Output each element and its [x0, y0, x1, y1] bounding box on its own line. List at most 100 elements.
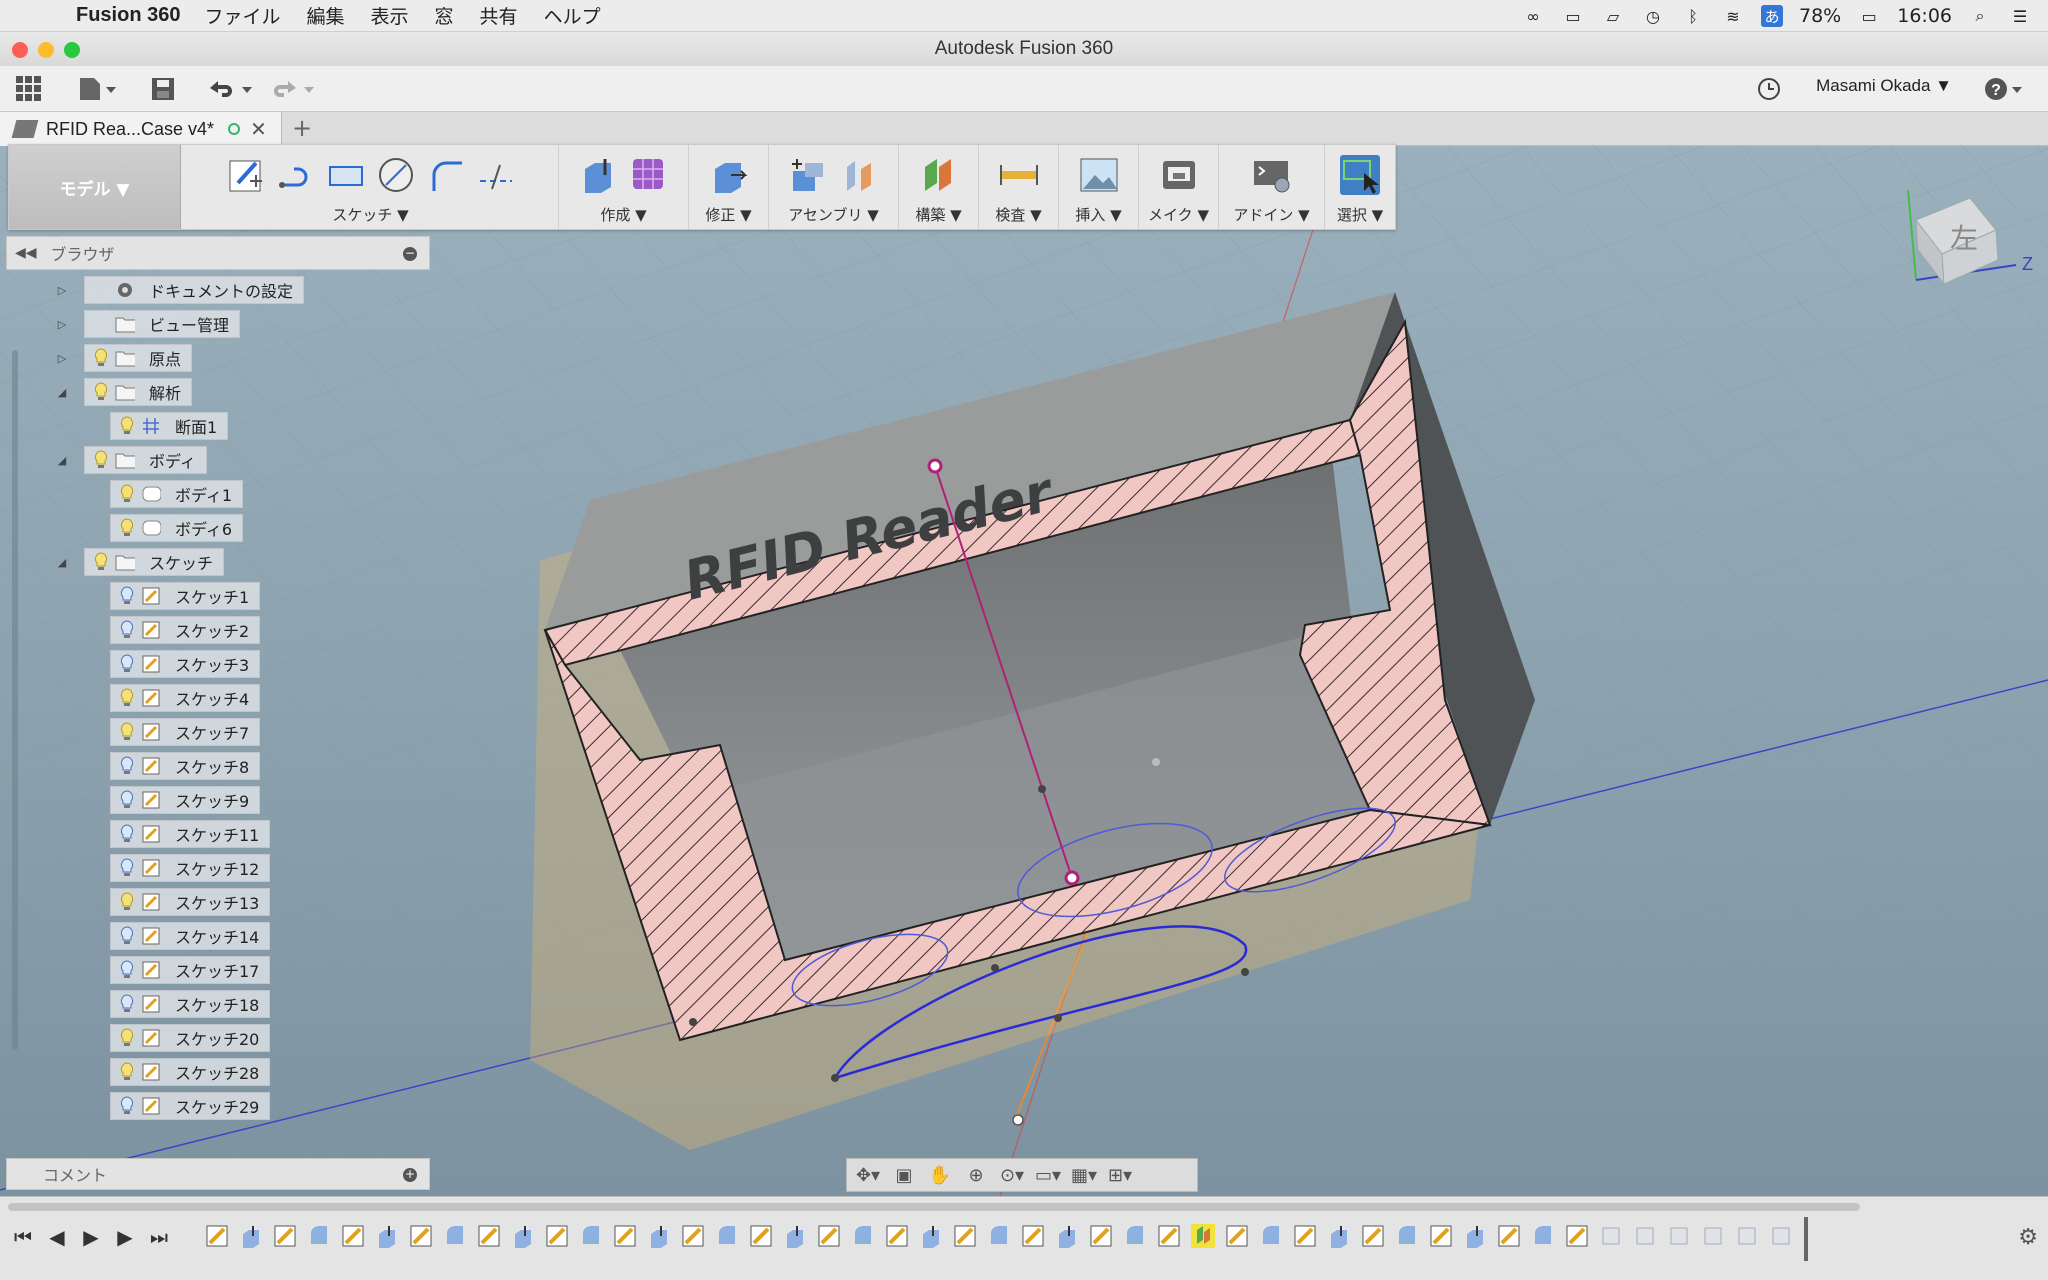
timeline-feature-icon[interactable]: [1734, 1223, 1760, 1249]
timeline-feature-icon[interactable]: [306, 1223, 332, 1249]
timeline-feature-icon[interactable]: [1428, 1223, 1454, 1249]
rectangle-tool-icon[interactable]: [326, 155, 366, 195]
timeline-feature-icon[interactable]: [510, 1223, 536, 1249]
bluetooth-icon[interactable]: ᛒ: [1681, 6, 1705, 26]
browser-node[interactable]: スケッチ9: [110, 786, 261, 814]
pan-hand-icon[interactable]: ✋: [927, 1162, 953, 1188]
visibility-bulb-icon[interactable]: [119, 586, 135, 606]
visibility-bulb-icon[interactable]: [119, 654, 135, 674]
save-icon[interactable]: [150, 74, 176, 104]
file-menu-icon[interactable]: [78, 74, 118, 104]
menu-window[interactable]: 窓: [435, 2, 454, 29]
collapse-arrow-icon[interactable]: ◢: [55, 556, 69, 569]
time-machine-icon[interactable]: ◷: [1641, 6, 1665, 26]
expand-arrow-icon[interactable]: ▷: [55, 284, 69, 297]
timeline-feature-icon[interactable]: [476, 1223, 502, 1249]
browser-node[interactable]: ◢ スケッチ: [58, 548, 225, 576]
timeline-feature-icon[interactable]: [374, 1223, 400, 1249]
job-status-clock-icon[interactable]: [1756, 74, 1782, 104]
browser-node[interactable]: スケッチ20: [110, 1024, 271, 1052]
construct-group-label[interactable]: 構築 ▼: [899, 204, 978, 225]
visibility-bulb-icon[interactable]: [119, 858, 135, 878]
insert-group-label[interactable]: 挿入 ▼: [1059, 204, 1138, 225]
visibility-bulb-icon[interactable]: [119, 892, 135, 912]
minimize-window-button[interactable]: [38, 42, 54, 58]
visibility-bulb-icon[interactable]: [119, 756, 135, 776]
timeline-feature-icon[interactable]: [884, 1223, 910, 1249]
create-sketch-icon[interactable]: [226, 155, 266, 195]
timeline-feature-icon[interactable]: [1632, 1223, 1658, 1249]
undo-icon[interactable]: [206, 74, 256, 104]
browser-node[interactable]: ◢ ボディ: [58, 446, 207, 474]
browser-node[interactable]: スケッチ29: [110, 1092, 271, 1120]
close-tab-icon[interactable]: ✕: [250, 117, 267, 142]
measure-icon[interactable]: [999, 155, 1039, 195]
timeline-feature-icon[interactable]: [918, 1223, 944, 1249]
browser-minimize-icon[interactable]: −: [403, 247, 417, 261]
3d-print-icon[interactable]: [1159, 155, 1199, 195]
timeline-feature-icon[interactable]: [340, 1223, 366, 1249]
timeline-feature-icon[interactable]: [544, 1223, 570, 1249]
timeline-feature-icon[interactable]: [986, 1223, 1012, 1249]
collapse-arrow-icon[interactable]: ◢: [55, 454, 69, 467]
new-component-icon[interactable]: [789, 155, 829, 195]
browser-node[interactable]: スケッチ11: [110, 820, 271, 848]
add-comment-icon[interactable]: +: [403, 1168, 417, 1182]
sketch-group-label[interactable]: スケッチ ▼: [183, 204, 558, 225]
browser-node[interactable]: スケッチ28: [110, 1058, 271, 1086]
browser-node[interactable]: スケッチ8: [110, 752, 261, 780]
visibility-bulb-icon[interactable]: [119, 518, 135, 538]
step-forward-icon[interactable]: ▶: [114, 1225, 136, 1249]
browser-node[interactable]: スケッチ7: [110, 718, 261, 746]
go-to-end-icon[interactable]: ⏭: [148, 1225, 170, 1249]
timeline-feature-icon[interactable]: [408, 1223, 434, 1249]
form-icon[interactable]: [629, 155, 669, 195]
zoom-icon[interactable]: ⊕: [963, 1162, 989, 1188]
timeline-feature-icon[interactable]: [272, 1223, 298, 1249]
timeline-feature-icon[interactable]: [1258, 1223, 1284, 1249]
fillet-sketch-icon[interactable]: [426, 155, 466, 195]
menu-help[interactable]: ヘルプ: [544, 2, 601, 29]
visibility-bulb-icon[interactable]: [119, 688, 135, 708]
browser-scrollbar[interactable]: [12, 350, 18, 1050]
timeline-feature-icon[interactable]: [1292, 1223, 1318, 1249]
menu-share[interactable]: 共有: [480, 2, 518, 29]
settings-icon[interactable]: [93, 280, 109, 300]
press-pull-icon[interactable]: [709, 155, 749, 195]
visibility-bulb-icon[interactable]: [119, 960, 135, 980]
menu-view[interactable]: 表示: [371, 2, 409, 29]
timeline-feature-icon[interactable]: [1020, 1223, 1046, 1249]
play-icon[interactable]: ▶: [80, 1225, 102, 1249]
scripts-addins-icon[interactable]: [1252, 155, 1292, 195]
browser-node[interactable]: スケッチ13: [110, 888, 271, 916]
settings-icon[interactable]: [93, 314, 109, 334]
visibility-bulb-icon[interactable]: [119, 722, 135, 742]
timeline-feature-icon[interactable]: [1700, 1223, 1726, 1249]
timeline-settings-gear-icon[interactable]: ⚙: [2018, 1225, 2038, 1250]
insert-image-icon[interactable]: [1079, 155, 1119, 195]
viewports-icon[interactable]: ⊞▾: [1107, 1162, 1133, 1188]
timeline-feature-icon[interactable]: [612, 1223, 638, 1249]
visibility-bulb-icon[interactable]: [119, 790, 135, 810]
browser-node[interactable]: ▷ ビュー管理: [58, 310, 241, 338]
extrude-icon[interactable]: [579, 155, 619, 195]
visibility-bulb-icon[interactable]: [119, 484, 135, 504]
timeline-feature-icon[interactable]: [1088, 1223, 1114, 1249]
visibility-bulb-icon[interactable]: [119, 1062, 135, 1082]
timeline-feature-icon[interactable]: [578, 1223, 604, 1249]
expand-arrow-icon[interactable]: ▷: [55, 352, 69, 365]
expand-arrow-icon[interactable]: ▷: [55, 318, 69, 331]
step-back-icon[interactable]: ◀: [46, 1225, 68, 1249]
create-group-label[interactable]: 作成 ▼: [559, 204, 688, 225]
data-panel-grid-icon[interactable]: [16, 74, 42, 104]
timeline-feature-icon[interactable]: [204, 1223, 230, 1249]
orbit-icon[interactable]: ✥▾: [855, 1162, 881, 1188]
menu-file[interactable]: ファイル: [204, 2, 280, 29]
timeline-feature-icon[interactable]: [816, 1223, 842, 1249]
timeline-feature-icon[interactable]: [1122, 1223, 1148, 1249]
make-group-label[interactable]: メイク ▼: [1139, 204, 1218, 225]
browser-node[interactable]: スケッチ1: [110, 582, 261, 610]
airplay-icon[interactable]: ▱: [1601, 6, 1625, 26]
timeline-feature-icon[interactable]: [1224, 1223, 1250, 1249]
timeline-feature-icon[interactable]: [1156, 1223, 1182, 1249]
